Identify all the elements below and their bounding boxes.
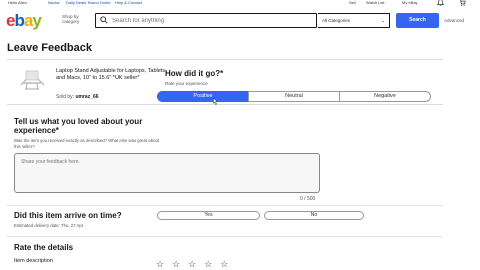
character-counter: 0 / 500 (300, 196, 316, 202)
topbar-link-help-contact[interactable]: Help & Contact (115, 0, 142, 5)
search-input[interactable] (112, 15, 312, 26)
arrived-no-button[interactable]: No (264, 211, 364, 220)
section-divider (7, 236, 443, 237)
mouse-cursor-icon (213, 98, 218, 105)
rating-negative-button[interactable]: Negative (339, 91, 431, 102)
item-description-stars[interactable]: ☆☆☆☆☆ (156, 259, 236, 270)
feedback-item-card: Laptop Stand Adjustable for Laptops, Tab… (7, 59, 443, 105)
logo-letter-b: b (14, 11, 24, 30)
advanced-search-link[interactable]: Advanced (444, 18, 464, 23)
topbar-link-daily-deals[interactable]: Daily Deals (66, 0, 86, 5)
loved-subtext: Was the item you received exactly as des… (14, 138, 160, 149)
rating-question: How did it go?* (165, 69, 224, 78)
section-divider (7, 205, 443, 206)
category-select[interactable]: All Categories ⌄ (318, 13, 390, 28)
arrival-question: Did this item arrive on time? (14, 211, 122, 220)
page-title: Leave Feedback (7, 42, 92, 54)
rating-segmented-control: Positive Neutral Negative (157, 91, 431, 102)
topbar-link-nectar[interactable]: Nectar (48, 0, 60, 5)
top-utility-bar: Hello Allen Nectar Daily Deals Brand Out… (0, 0, 480, 6)
item-description-label: Item description (14, 258, 53, 264)
logo-letter-y: y (32, 11, 42, 30)
product-image[interactable] (17, 65, 47, 95)
chevron-down-icon: ⌄ (380, 18, 385, 24)
product-title[interactable]: Laptop Stand Adjustable for Laptops, Tab… (56, 68, 166, 81)
arrived-yes-button[interactable]: Yes (157, 211, 260, 220)
search-button[interactable]: Search (396, 13, 439, 28)
shop-by-category[interactable]: Shop by category (62, 14, 88, 24)
bell-icon[interactable] (437, 0, 444, 6)
category-select-value: All Categories (322, 18, 351, 23)
search-icon (100, 16, 108, 24)
seller-name[interactable]: umraz_66 (75, 94, 98, 100)
topbar-link-brand-outlet[interactable]: Brand Outlet (88, 0, 110, 5)
topbar-my-ebay[interactable]: My eBay (402, 0, 418, 5)
feedback-placeholder: Share your feedback here. (21, 159, 80, 165)
seller-info: Sold by: umraz_66 (56, 94, 99, 100)
search-box[interactable] (95, 13, 317, 28)
header: ebay Shop by category All Categories ⌄ S… (0, 8, 480, 32)
topbar-watch-list[interactable]: Watch List (366, 0, 385, 5)
feedback-textarea[interactable]: Share your feedback here. (14, 153, 320, 193)
ebay-logo[interactable]: ebay (6, 11, 42, 31)
rating-subtext: Rate your experience (165, 81, 208, 86)
seller-label: Sold by: (56, 94, 75, 100)
greeting: Hello Allen (8, 0, 27, 5)
rate-details-heading: Rate the details (14, 243, 74, 252)
loved-question: Tell us what you loved about your experi… (14, 117, 143, 135)
estimated-delivery: Estimated delivery date: Thu, 27 Apr (14, 223, 84, 228)
cart-icon[interactable] (458, 0, 466, 6)
topbar-sell[interactable]: Sell (349, 0, 356, 5)
rating-neutral-button[interactable]: Neutral (248, 91, 340, 102)
rating-positive-button[interactable]: Positive (157, 91, 249, 102)
